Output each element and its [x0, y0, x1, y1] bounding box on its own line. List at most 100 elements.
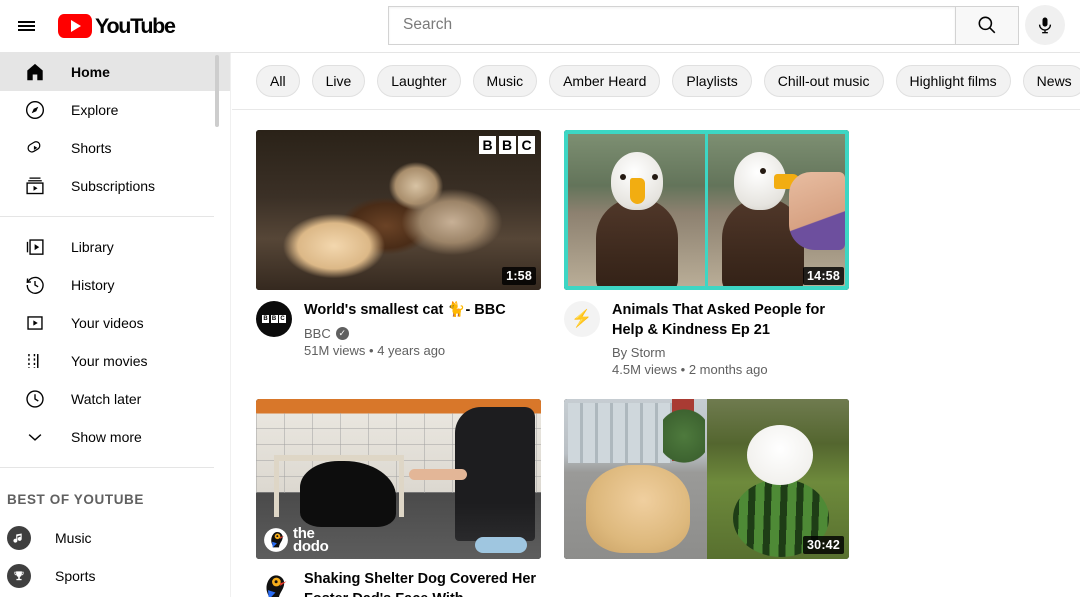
- clock-icon: [23, 387, 47, 411]
- view-count: 4.5M views: [612, 362, 678, 378]
- sidebar-item-explore[interactable]: Explore: [0, 91, 230, 129]
- microphone-icon: [1038, 17, 1052, 34]
- chip-playlists[interactable]: Playlists: [672, 65, 752, 97]
- video-card[interactable]: the dodo Shaking Shelter Dog Covered Her: [256, 399, 541, 597]
- bbc-logo: BBC: [479, 136, 535, 154]
- shorts-icon: [23, 136, 47, 160]
- sidebar-item-your-movies[interactable]: Your movies: [0, 342, 230, 380]
- sidebar-item-label: Sports: [55, 568, 96, 584]
- chip-chill-out-music[interactable]: Chill-out music: [763, 65, 884, 97]
- video-thumbnail[interactable]: 14:58: [564, 130, 849, 290]
- video-grid: BBC 1:58 B B C World's smallest cat 🐈- B…: [232, 117, 1080, 597]
- video-title[interactable]: Animals That Asked People for Help & Kin…: [612, 301, 849, 340]
- chip-live[interactable]: Live: [311, 65, 366, 97]
- video-channel[interactable]: BBC ✓: [304, 326, 506, 341]
- sidebar-item-home[interactable]: Home: [0, 53, 230, 91]
- sidebar-item-sports[interactable]: Sports: [0, 557, 230, 595]
- video-duration: 30:42: [803, 536, 844, 555]
- chip-news[interactable]: News: [1022, 65, 1080, 97]
- header-divider: [0, 52, 1080, 53]
- sidebar-item-label: Watch later: [71, 391, 142, 407]
- your-movies-icon: [23, 349, 47, 373]
- chip-highlight-films[interactable]: Highlight films: [895, 65, 1011, 97]
- sidebar-item-label: History: [71, 277, 115, 293]
- dodo-bird-icon: [256, 570, 292, 597]
- your-videos-icon: [23, 311, 47, 335]
- upload-age: 4 years ago: [377, 342, 446, 358]
- the-dodo-watermark: the dodo: [263, 524, 329, 556]
- subscriptions-icon: [23, 174, 47, 198]
- video-title[interactable]: World's smallest cat 🐈- BBC: [304, 301, 506, 321]
- history-icon: [23, 273, 47, 297]
- channel-avatar[interactable]: B B C: [256, 301, 292, 337]
- sidebar-divider-2: [0, 467, 214, 468]
- channel-name: By Storm: [612, 345, 666, 361]
- video-card[interactable]: BBC 1:58 B B C World's smallest cat 🐈- B…: [256, 130, 541, 377]
- verified-badge-icon: ✓: [335, 326, 349, 340]
- sidebar-item-label: Shorts: [71, 140, 112, 156]
- youtube-wordmark: YouTube: [95, 13, 176, 38]
- sidebar-item-subscriptions[interactable]: Subscriptions: [0, 167, 230, 205]
- search-area: [388, 5, 1065, 45]
- sidebar-item-watch-later[interactable]: Watch later: [0, 380, 230, 418]
- chip-music[interactable]: Music: [472, 65, 538, 97]
- sidebar-item-label: Your videos: [71, 315, 144, 331]
- sidebar-section-heading: BEST OF YOUTUBE: [7, 491, 145, 507]
- sidebar-item-music[interactable]: Music: [0, 519, 230, 557]
- video-card[interactable]: 14:58 ⚡ Animals That Asked People for He…: [564, 130, 849, 377]
- search-input[interactable]: [403, 16, 955, 34]
- video-thumbnail[interactable]: 30:42: [564, 399, 849, 560]
- voice-search-button[interactable]: [1025, 5, 1065, 45]
- home-icon: [23, 60, 47, 84]
- top-header: YouTube: [0, 0, 1080, 52]
- video-channel[interactable]: By Storm: [612, 345, 849, 360]
- hamburger-menu-icon[interactable]: [6, 6, 46, 46]
- sidebar-item-label: Your movies: [71, 353, 148, 369]
- video-duration: 14:58: [803, 267, 844, 285]
- video-thumbnail[interactable]: the dodo: [256, 399, 541, 560]
- video-duration: 1:58: [502, 267, 536, 285]
- video-meta: B B C World's smallest cat 🐈- BBC BBC ✓ …: [256, 301, 541, 358]
- sidebar-item-label: Library: [71, 239, 114, 255]
- sidebar-item-show-more[interactable]: Show more: [0, 418, 230, 456]
- sidebar-item-label: Subscriptions: [71, 178, 156, 194]
- video-meta: ⚡ Animals That Asked People for Help & K…: [564, 301, 849, 377]
- channel-name: BBC: [304, 325, 331, 341]
- sidebar-item-library[interactable]: Library: [0, 228, 230, 266]
- youtube-logo[interactable]: YouTube: [58, 13, 176, 39]
- chip-laughter[interactable]: Laughter: [377, 65, 461, 97]
- video-title[interactable]: Shaking Shelter Dog Covered Her Foster D…: [304, 570, 541, 597]
- sidebar-item-history[interactable]: History: [0, 266, 230, 304]
- search-box[interactable]: [388, 5, 955, 45]
- filter-chips-row[interactable]: All Live Laughter Music Amber Heard Play…: [232, 53, 1080, 109]
- search-button[interactable]: [955, 5, 1019, 45]
- sidebar-item-shorts[interactable]: Shorts: [0, 129, 230, 167]
- channel-avatar[interactable]: [256, 570, 292, 597]
- upload-age: 2 months ago: [688, 362, 768, 378]
- sidebar: Home Explore Shorts Subscriptions Librar…: [0, 53, 231, 597]
- video-card[interactable]: 30:42: [564, 399, 849, 597]
- view-count: 51M views: [304, 342, 366, 358]
- sidebar-item-your-videos[interactable]: Your videos: [0, 304, 230, 342]
- dodo-bird-icon: [264, 528, 288, 553]
- dodo-watermark-text: the dodo: [293, 524, 329, 556]
- chips-divider: [232, 109, 1080, 110]
- video-stats: 4.5M views • 2 months ago: [612, 362, 768, 378]
- youtube-play-icon: [58, 14, 92, 38]
- thumbnail-artwork: [256, 130, 541, 290]
- main-content: All Live Laughter Music Amber Heard Play…: [232, 53, 1080, 597]
- channel-avatar[interactable]: ⚡: [564, 301, 600, 337]
- sidebar-item-label: Explore: [71, 102, 119, 118]
- video-thumbnail[interactable]: BBC 1:58: [256, 130, 541, 290]
- chevron-down-icon: [23, 425, 47, 449]
- sidebar-item-label: Show more: [71, 429, 142, 445]
- compass-icon: [23, 98, 47, 122]
- search-icon: [978, 16, 996, 34]
- video-stats: 51M views • 4 years ago: [304, 342, 446, 358]
- trophy-icon: [7, 564, 31, 588]
- music-note-icon: [7, 526, 31, 550]
- chip-all[interactable]: All: [256, 65, 300, 97]
- chip-amber-heard[interactable]: Amber Heard: [549, 65, 661, 97]
- thumbnail-artwork: [564, 130, 849, 290]
- sidebar-scrollbar[interactable]: [215, 55, 219, 127]
